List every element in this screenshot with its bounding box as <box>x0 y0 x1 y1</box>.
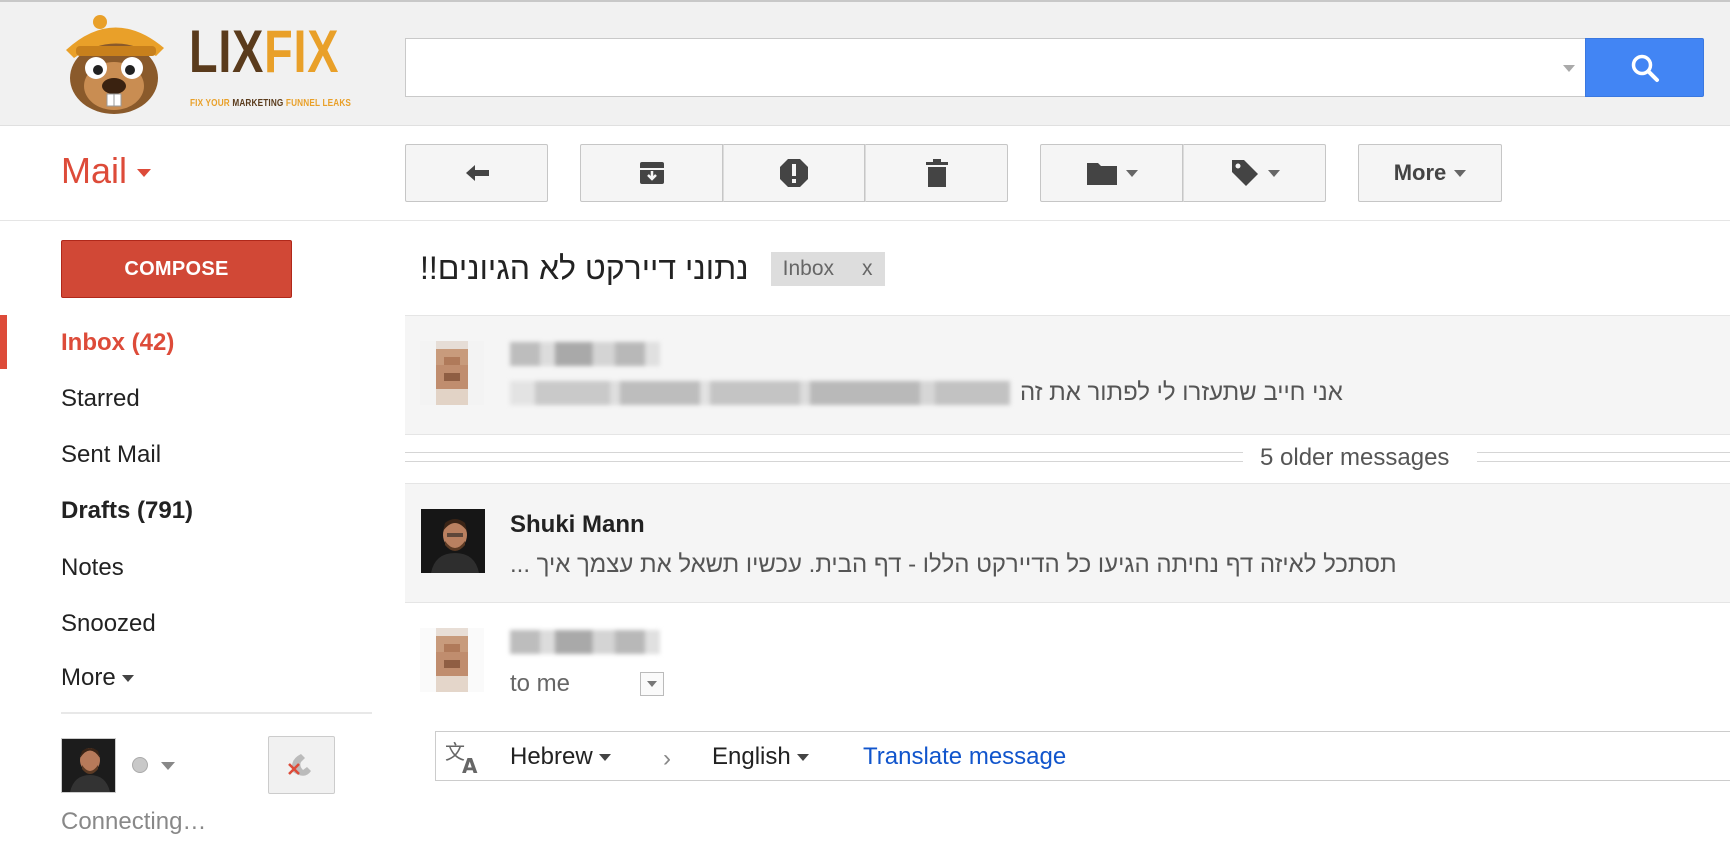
sender-avatar <box>421 509 485 573</box>
chevron-right-icon: › <box>663 745 671 772</box>
more-actions-label: More <box>1393 160 1447 185</box>
older-divider-right <box>1477 452 1730 462</box>
labels-button[interactable] <box>1183 144 1326 202</box>
snippet-blurred <box>510 381 1010 405</box>
search-button[interactable] <box>1585 38 1704 97</box>
user-photo-icon <box>62 739 115 792</box>
older-divider-left <box>405 452 1243 462</box>
source-language-label: Hebrew <box>510 743 593 770</box>
move-to-button[interactable] <box>1040 144 1183 202</box>
back-to-inbox-button[interactable] <box>405 144 548 202</box>
sidebar-item-drafts[interactable]: Drafts (791) <box>61 497 193 525</box>
search-options-caret-icon[interactable] <box>1563 65 1575 72</box>
svg-text:A: A <box>462 754 478 775</box>
avatar-blurred <box>420 628 484 692</box>
chevron-down-icon <box>796 753 809 761</box>
sidebar-more-label: More <box>61 664 116 691</box>
sidebar-item-starred[interactable]: Starred <box>61 385 140 413</box>
beaver-mascot-icon <box>66 15 164 114</box>
chevron-down-icon <box>1125 169 1138 177</box>
target-language-label: English <box>712 743 791 770</box>
sender-name-blurred <box>510 630 660 654</box>
hangouts-status-text: Connecting… <box>61 808 207 835</box>
chevron-down-icon <box>121 675 134 683</box>
translate-bar: 文 A Hebrew › English Translate message <box>435 731 1730 781</box>
sidebar-item-notes[interactable]: Notes <box>61 554 124 582</box>
lixfix-logo[interactable]: LIXFIX FIX YOUR MARKETING FUNNEL LEAKS <box>56 8 356 118</box>
target-language-select[interactable]: English <box>712 743 809 771</box>
presence-status-icon[interactable] <box>132 757 148 773</box>
older-messages-toggle[interactable]: 5 older messages <box>405 440 1730 482</box>
sidebar-item-sent[interactable]: Sent Mail <box>61 441 161 469</box>
hangouts-call-button[interactable] <box>268 736 335 794</box>
message-collapsed[interactable]: Shuki Mann תסתכל לאיזה דף נחיתה הגיעו כל… <box>405 483 1730 603</box>
chevron-down-icon <box>1267 169 1280 177</box>
translate-message-link[interactable]: Translate message <box>863 743 1066 771</box>
show-details-button[interactable] <box>640 672 664 696</box>
chevron-down-icon <box>1454 169 1467 177</box>
older-messages-label: 5 older messages <box>1260 444 1450 471</box>
translate-icon: 文 A <box>445 740 478 775</box>
message-collapsed[interactable]: אני חייב שתעזרו לי לפתור את זה <box>405 315 1730 435</box>
trash-icon <box>925 159 948 187</box>
sidebar-item-inbox[interactable]: Inbox (42) <box>61 329 174 357</box>
toolbar-divider <box>0 220 1730 221</box>
chevron-down-icon[interactable] <box>161 762 175 770</box>
thread-subject: נתוני דיירקט לא הגיונים!! <box>420 250 749 286</box>
source-language-select[interactable]: Hebrew <box>510 743 611 771</box>
avatar-blurred <box>420 341 484 405</box>
delete-button[interactable] <box>865 144 1008 202</box>
chevron-down-icon <box>598 753 611 761</box>
mail-app-switcher[interactable]: Mail <box>61 150 152 192</box>
sidebar-item-snoozed[interactable]: Snoozed <box>61 610 156 638</box>
message-snippet: אני חייב שתעזרו לי לפתור את זה <box>1020 379 1343 406</box>
label-tag-icon <box>1231 160 1258 186</box>
chevron-down-icon <box>137 169 152 177</box>
top-header: LIXFIX FIX YOUR MARKETING FUNNEL LEAKS <box>0 0 1730 126</box>
search-icon <box>1631 54 1659 82</box>
label-chip-text: Inbox <box>782 256 834 280</box>
logo-tagline: FIX YOUR MARKETING FUNNEL LEAKS <box>190 98 352 109</box>
more-actions-button[interactable]: More <box>1358 144 1502 202</box>
message-snippet: תסתכל לאיזה דף נחיתה הגיעו כל הדיירקט הל… <box>510 551 1397 578</box>
compose-button[interactable]: COMPOSE <box>61 240 292 298</box>
logo-wordmark: LIXFIX <box>189 18 340 85</box>
inbox-label-chip[interactable]: Inbox x <box>770 251 885 286</box>
back-arrow-icon <box>465 165 489 181</box>
active-nav-indicator <box>0 315 7 369</box>
archive-icon <box>639 162 664 184</box>
sidebar-item-more[interactable]: More <box>61 664 134 692</box>
sidebar-divider <box>61 712 372 714</box>
mail-label: Mail <box>61 150 128 191</box>
spam-icon <box>780 159 808 187</box>
hangouts-avatar[interactable] <box>61 738 116 793</box>
thread-header: נתוני דיירקט לא הגיונים!! Inbox x <box>420 250 885 287</box>
chevron-down-icon <box>647 681 657 687</box>
search-input[interactable] <box>405 38 1585 97</box>
recipients-summary: to me <box>510 670 571 697</box>
archive-button[interactable] <box>580 144 723 202</box>
report-spam-button[interactable] <box>723 144 865 202</box>
sender-name: Shuki Mann <box>510 511 645 538</box>
remove-label-button[interactable]: x <box>862 257 873 281</box>
folder-icon <box>1086 163 1117 185</box>
sender-name-blurred <box>510 342 660 366</box>
phone-disabled-icon <box>287 754 311 776</box>
